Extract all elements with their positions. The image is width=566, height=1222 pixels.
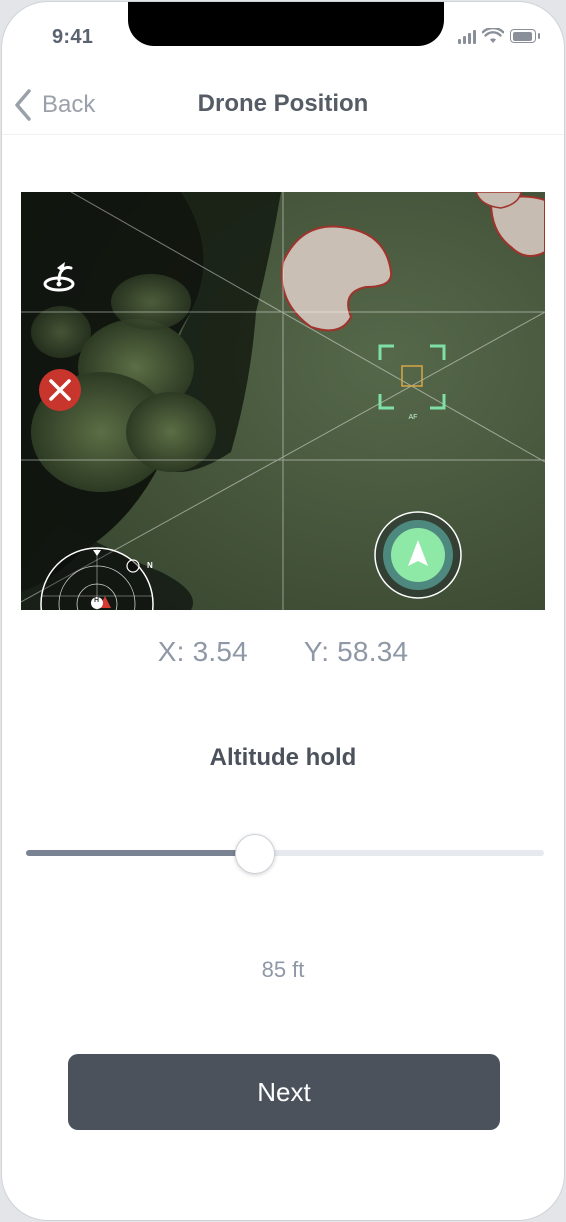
cancel-button[interactable] <box>38 368 82 417</box>
position-readout: X: 3.54 Y: 58.34 <box>2 636 564 668</box>
altitude-title: Altitude hold <box>209 744 357 771</box>
page-title: Drone Position <box>197 90 369 117</box>
cancel-icon <box>39 369 81 411</box>
status-time: 9:41 <box>52 26 94 48</box>
device-notch <box>128 2 444 46</box>
phone-screen: 9:41 Back Drone Position AF N H X: 3.54 … <box>2 2 564 1220</box>
focus-frame-icon <box>378 344 446 410</box>
return-home-icon[interactable] <box>39 260 79 299</box>
x-coordinate: X: 3.54 <box>157 636 248 667</box>
focus-label: AF <box>408 414 418 421</box>
y-coordinate: Y: 58.34 <box>303 636 409 667</box>
navigation-bar: Back Drone Position <box>2 74 564 135</box>
navigate-button[interactable] <box>373 510 463 605</box>
next-button[interactable]: Next <box>68 1054 500 1130</box>
compass-north-label: N <box>147 561 153 570</box>
status-icons <box>458 28 540 44</box>
altitude-value: 85 ft <box>261 957 305 982</box>
focus-frame[interactable]: AF <box>378 344 448 429</box>
compass-home-label: H <box>94 597 100 604</box>
compass-radar[interactable]: N H <box>39 546 159 610</box>
wifi-icon <box>482 28 504 43</box>
slider-fill <box>26 850 254 856</box>
slider-thumb[interactable] <box>234 834 275 874</box>
navigate-arrow-icon <box>374 511 462 599</box>
drone-camera-view[interactable]: AF N H <box>21 192 545 610</box>
signal-icon <box>458 28 476 44</box>
altitude-slider[interactable] <box>26 834 544 874</box>
battery-icon <box>510 29 540 43</box>
